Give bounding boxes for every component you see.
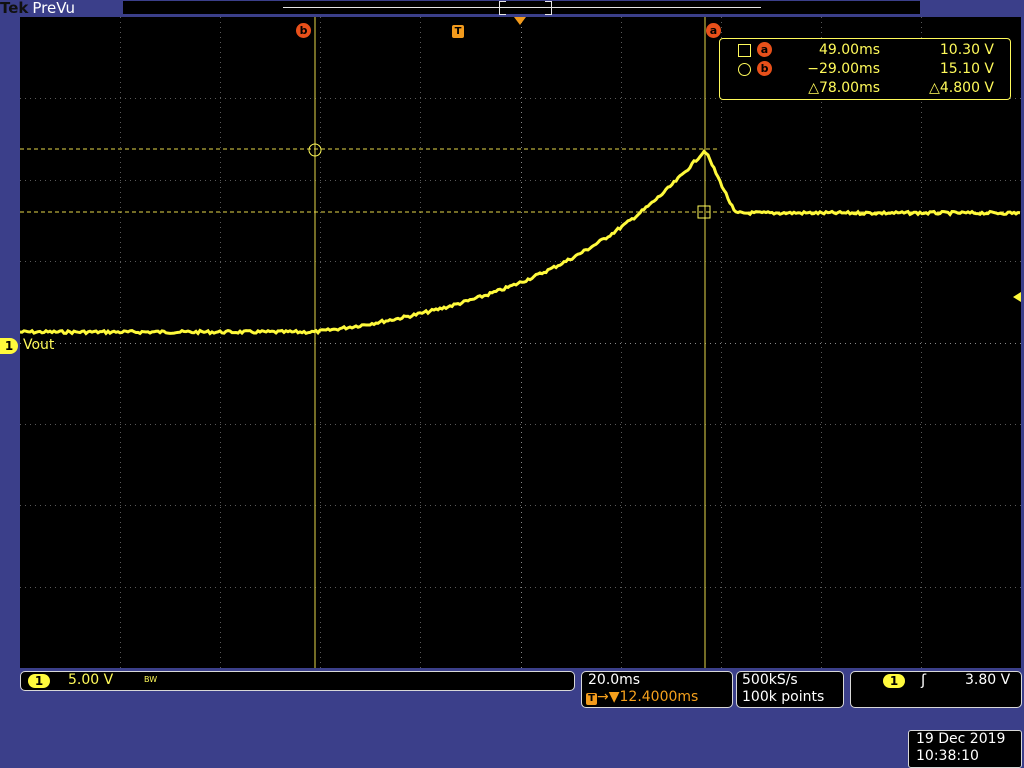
cursor-b-voltage: 15.10 V <box>939 61 994 77</box>
acquisition-mode: PreVu <box>32 0 75 17</box>
record-line <box>283 7 761 8</box>
sample-rate: 500kS/s <box>742 672 798 688</box>
cursor-delta-row: △78.00ms △4.800 V <box>720 79 1010 97</box>
cursor-a-row: a 49.00ms 10.30 V <box>720 41 1010 59</box>
trigger-panel[interactable]: 1 ʃ 3.80 V <box>850 671 1022 708</box>
channel-1-trace <box>20 149 1021 336</box>
acquisition-panel[interactable]: 500kS/s 100k points <box>736 671 844 708</box>
record-bracket-left <box>499 1 506 15</box>
trigger-position-arrow-glyph: → <box>597 689 609 705</box>
record-bracket-right <box>545 1 552 15</box>
cursor-b-marker[interactable]: b <box>296 23 311 38</box>
cursor-delta-voltage: △4.800 V <box>929 80 994 96</box>
horizontal-position: ▼12.4000ms <box>608 689 699 705</box>
cursor-b-time: −29.00ms <box>807 61 880 77</box>
channel-1-ground-marker[interactable]: 1 <box>0 338 18 354</box>
trigger-position-icon: T <box>586 693 597 705</box>
brand: Tek PreVu <box>0 0 75 17</box>
trigger-position-readout: T →▼12.4000ms <box>586 689 698 705</box>
rising-edge-icon: ʃ <box>921 671 927 689</box>
bandwidth-limit-icon: BW <box>144 675 158 684</box>
trigger-point-marker: T <box>452 25 464 38</box>
cursor-readout: a 49.00ms 10.30 V b −29.00ms 15.10 V △78… <box>719 38 1011 100</box>
waveform-display[interactable]: b a T a 49.00ms 10.30 V b −29.00ms 15.10… <box>20 17 1021 668</box>
cursor-delta-time: △78.00ms <box>808 80 880 96</box>
record-length: 100k points <box>742 689 825 705</box>
channel-1-label: Vout <box>23 337 55 353</box>
trigger-source-badge: 1 <box>883 674 905 688</box>
trigger-level-arrow <box>1013 292 1021 302</box>
timebase-panel[interactable]: 20.0ms T →▼12.4000ms <box>581 671 733 708</box>
cursor-a-badge: a <box>757 42 772 57</box>
circle-icon <box>738 63 751 76</box>
graticule-and-trace <box>20 17 1021 668</box>
channel-1-scale-panel[interactable]: 1 5.00 V BW <box>20 671 575 691</box>
trigger-position-arrow <box>514 17 526 25</box>
cursor-b-row: b −29.00ms 15.10 V <box>720 60 1010 78</box>
cursor-b-badge: b <box>757 61 772 76</box>
trigger-level: 3.80 V <box>965 672 1011 688</box>
horizontal-scale: 20.0ms <box>588 672 641 688</box>
cursor-a-marker[interactable]: a <box>706 23 721 38</box>
brand-logo: Tek <box>0 0 29 17</box>
square-icon <box>738 44 751 57</box>
date: 19 Dec 2019 <box>916 731 1006 747</box>
top-bar: Tek PreVu <box>0 0 1024 18</box>
channel-1-badge: 1 <box>28 674 50 688</box>
date-time-display: 19 Dec 2019 10:38:10 <box>908 730 1022 768</box>
channel-1-vertical-scale: 5.00 V <box>68 672 114 688</box>
record-view-bar[interactable] <box>123 1 920 15</box>
graticule <box>20 17 1021 668</box>
time: 10:38:10 <box>916 748 979 764</box>
cursor-a-voltage: 10.30 V <box>939 42 994 58</box>
cursor-a-time: 49.00ms <box>818 42 880 58</box>
